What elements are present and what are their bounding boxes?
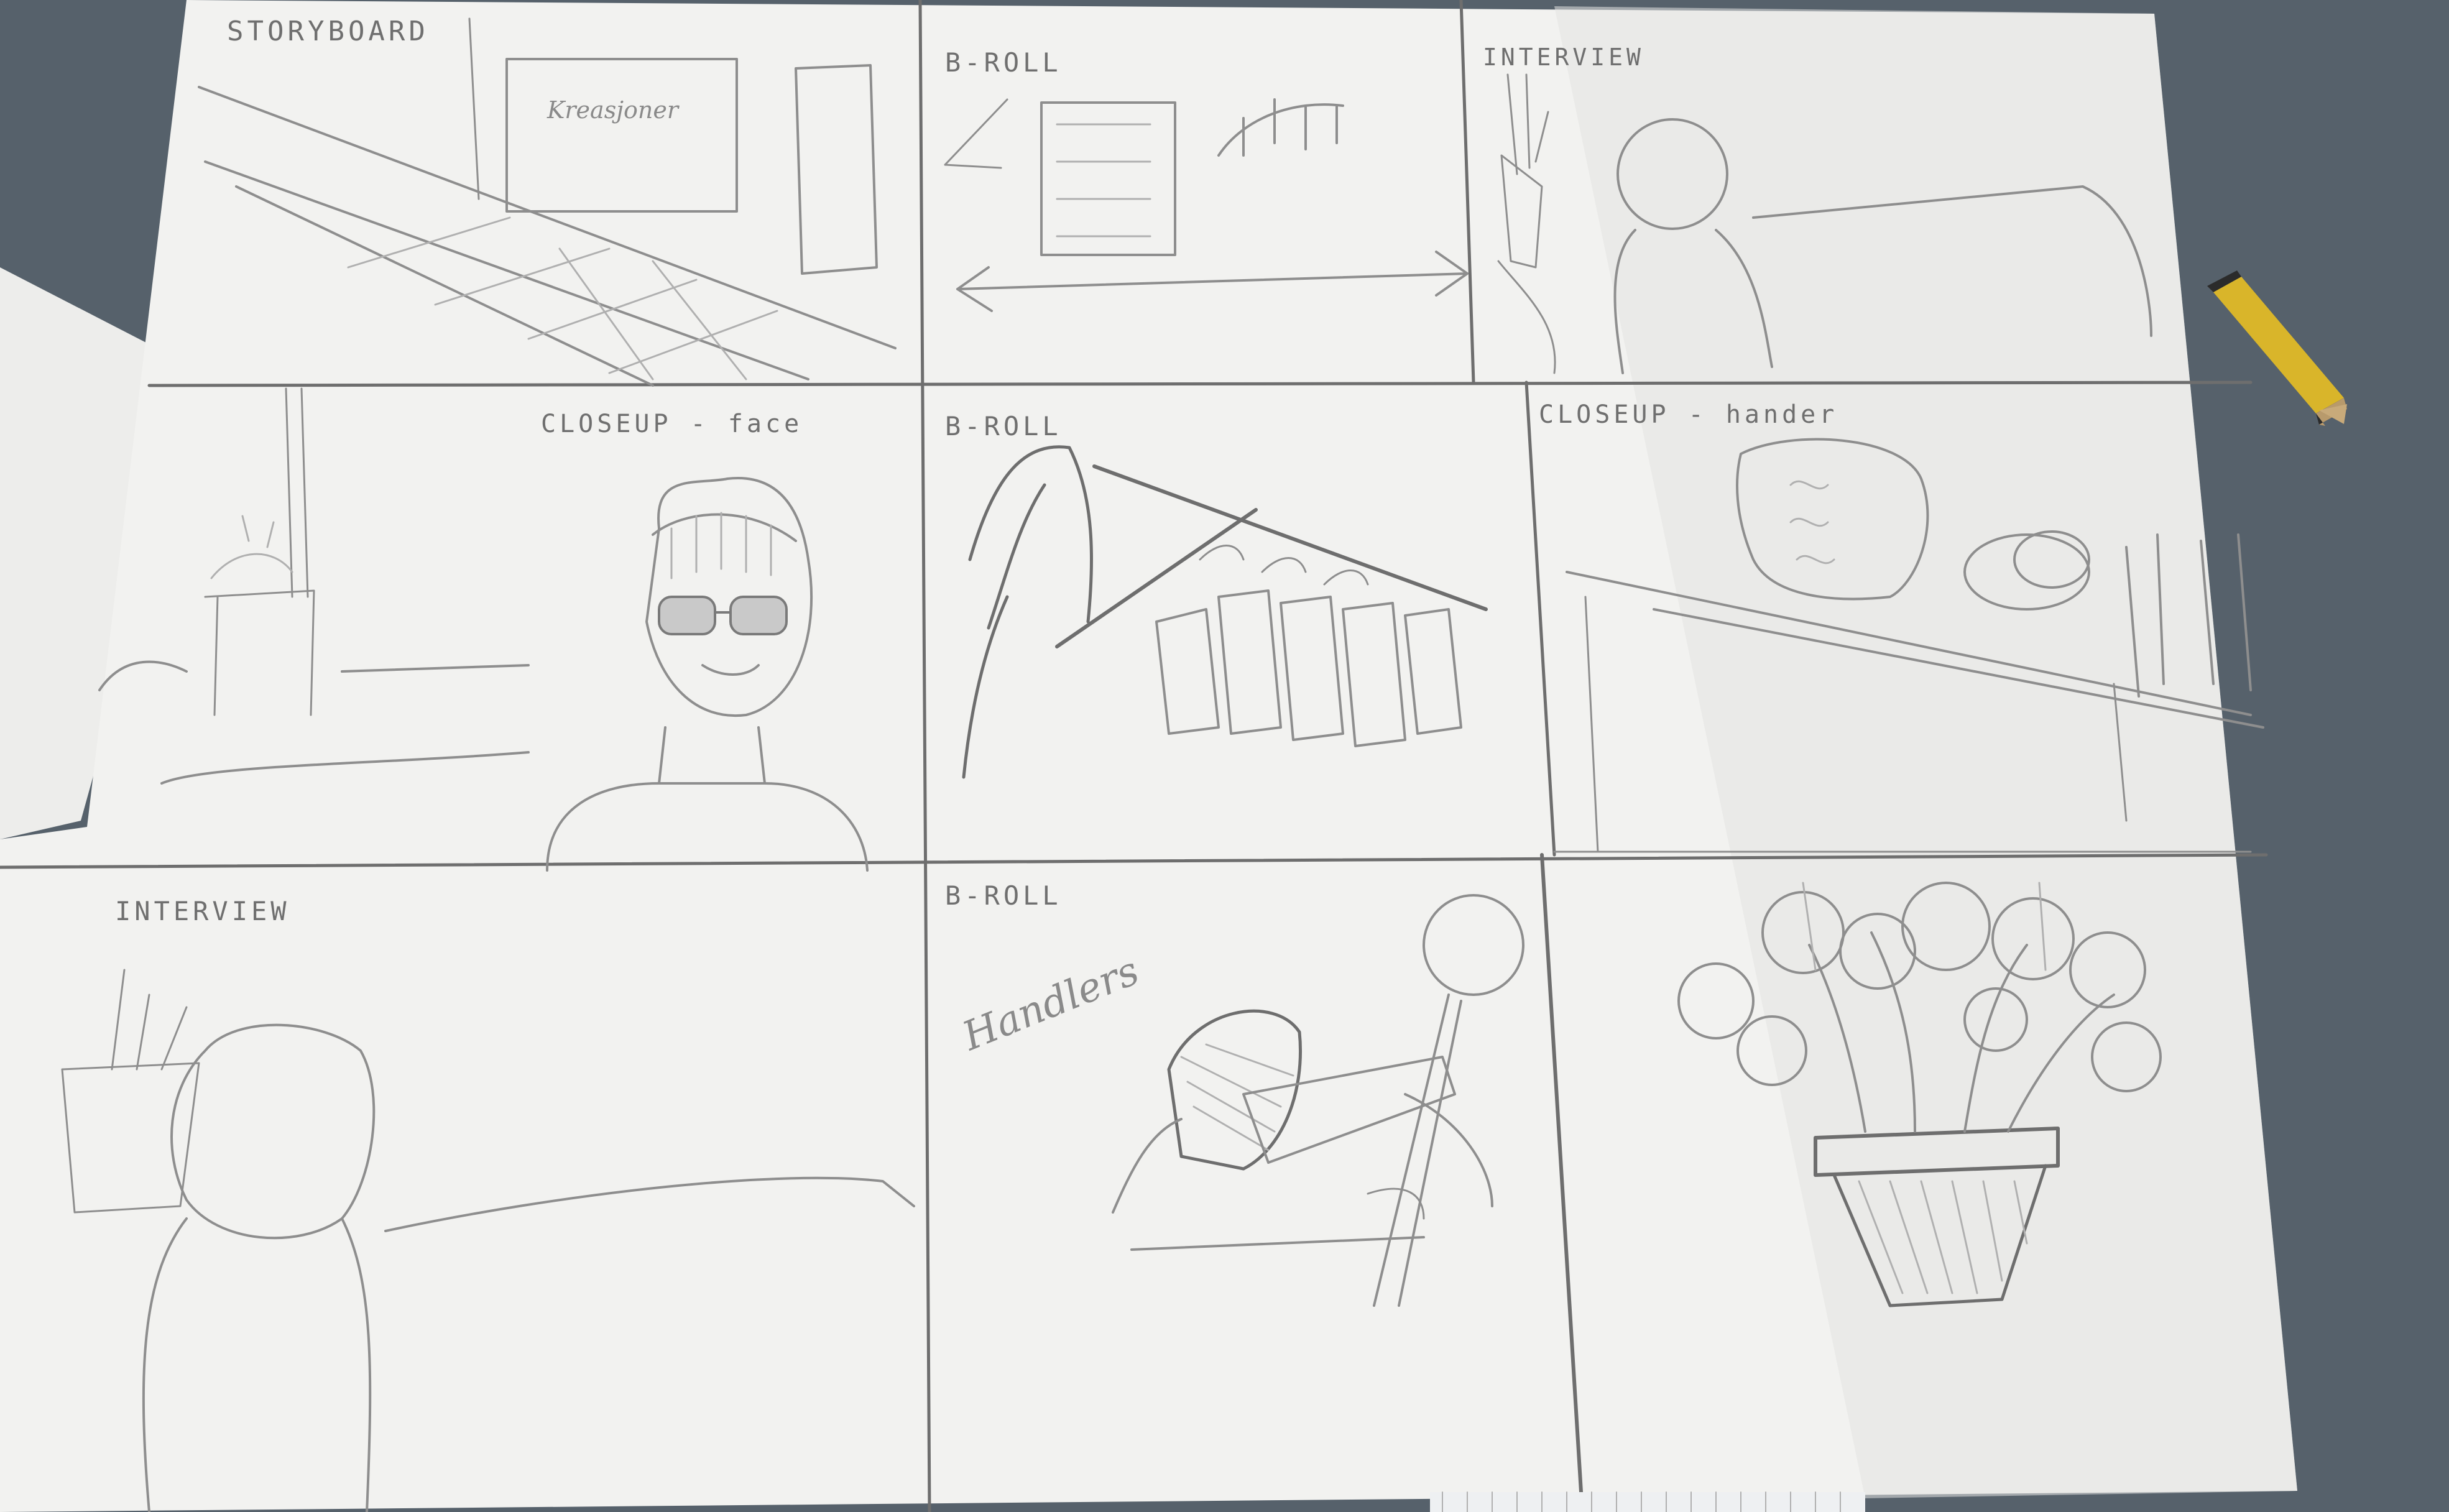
panel-3-label: INTERVIEW [1483,44,1644,71]
panel-1-label: STORYBOARD [227,16,429,47]
graph-paper-strip [1430,1492,1865,1512]
panel-8-label: B-ROLL [945,880,1062,911]
panel-7-label: INTERVIEW [115,896,290,926]
panel-2-label: B-ROLL [945,47,1062,78]
panel-6-label: CLOSEUP - hander [1539,400,1838,429]
panel-4-label: CLOSEUP - face [541,410,803,438]
panel-5-label: B-ROLL [945,411,1062,441]
panel-1-note: Kreasjoner [547,96,680,124]
photo-scene: STORYBOARD Kreasjoner B-ROLL INTERVIEW C… [0,0,2449,1512]
